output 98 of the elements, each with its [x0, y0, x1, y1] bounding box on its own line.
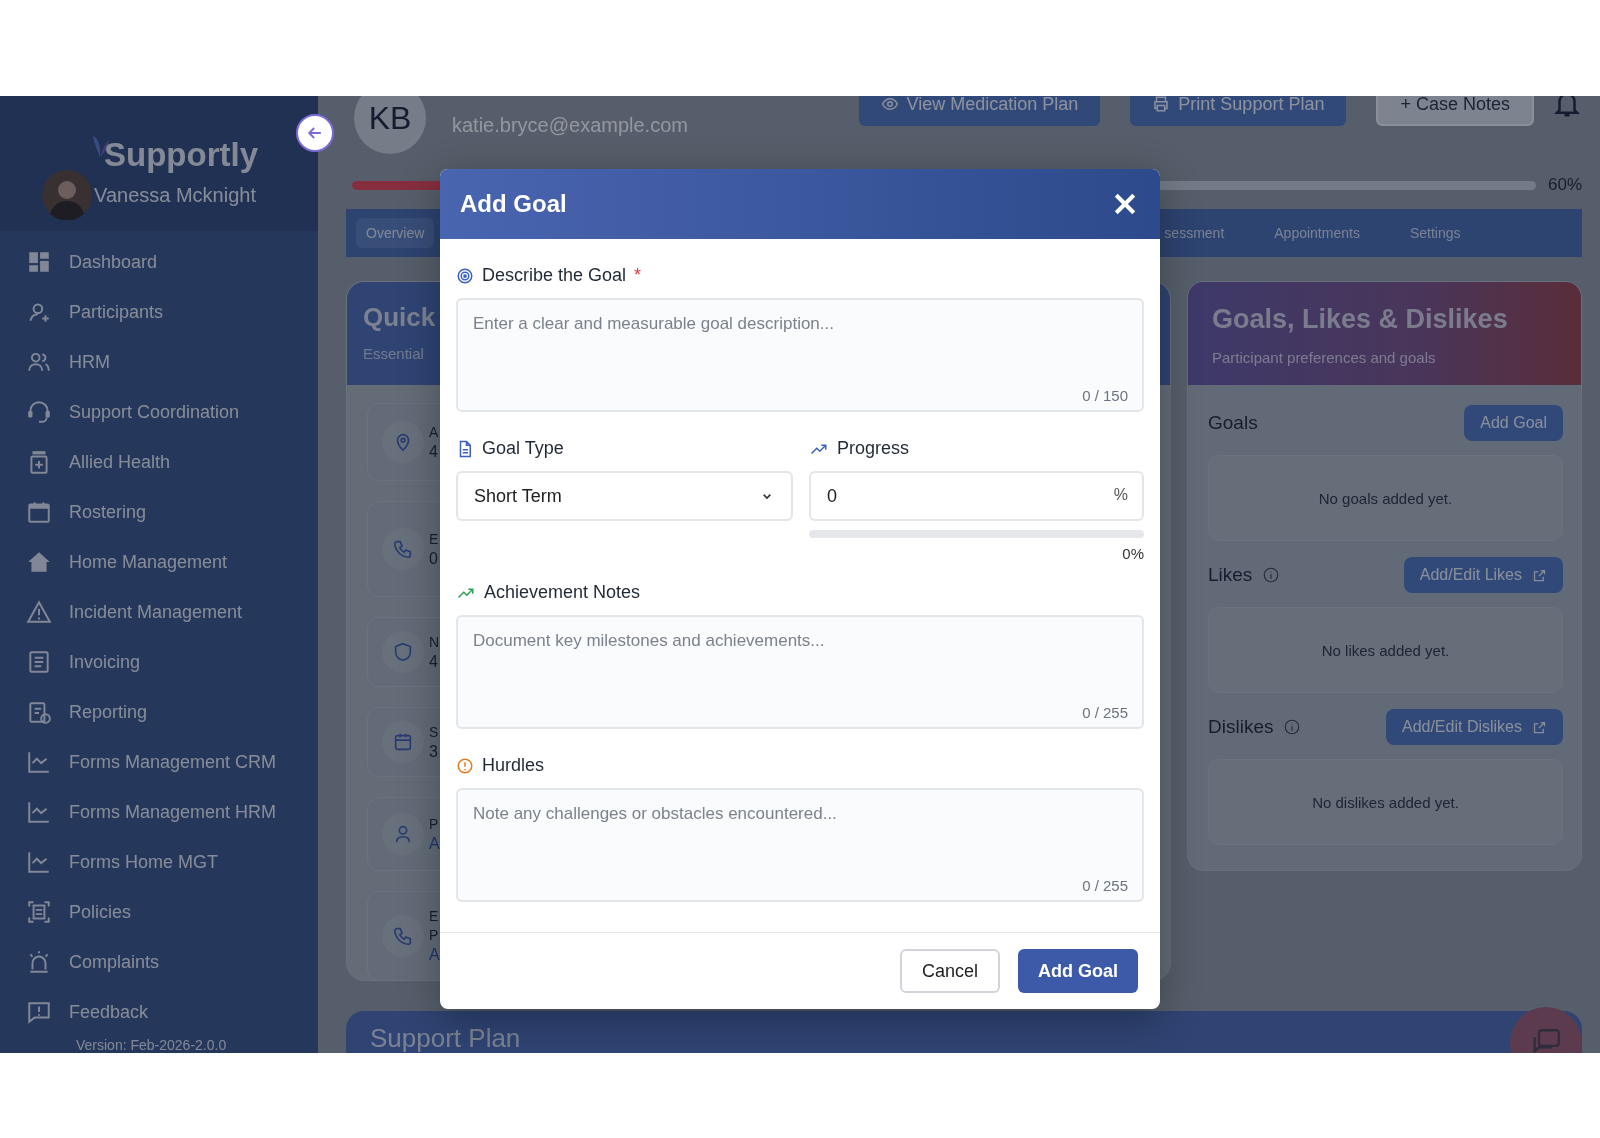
add-goal-button[interactable]: Add Goal	[1018, 949, 1138, 993]
tab[interactable]: Appointments	[1264, 218, 1370, 248]
tab[interactable]: Settings	[1399, 218, 1471, 248]
required-mark: *	[634, 265, 642, 286]
sidebar-item[interactable]: Allied Health	[26, 437, 318, 487]
card-title: Quick	[363, 302, 436, 333]
tile-label: S	[429, 723, 439, 740]
external-link-icon	[1532, 719, 1547, 735]
sidebar-item[interactable]: Home Management	[26, 537, 318, 587]
tile-value: 3	[429, 742, 439, 761]
sidebar-item[interactable]: Support Coordination	[26, 387, 318, 437]
field-label: Progress	[837, 438, 910, 459]
phone-icon	[382, 528, 424, 570]
goal-type-select[interactable]: Short Term	[456, 471, 793, 521]
clipboard-clock-icon	[26, 699, 52, 725]
user-avatar	[42, 170, 93, 220]
target-icon	[456, 266, 474, 285]
sidebar-item[interactable]: Forms Management HRM	[26, 787, 318, 837]
shield-icon	[382, 631, 424, 673]
eye-icon	[880, 96, 899, 113]
tile-label: E	[429, 530, 439, 547]
dialog-title: Add Goal	[460, 190, 567, 218]
tile-value: 0	[429, 549, 439, 568]
tile-value: 4	[429, 442, 439, 461]
header-button[interactable]: + Case Notes	[1376, 96, 1534, 126]
phone-icon	[382, 915, 424, 957]
tile-label: P	[429, 927, 440, 943]
location-pin-icon	[382, 421, 424, 463]
external-link-icon	[1532, 567, 1547, 583]
tile-link[interactable]: A	[429, 946, 440, 964]
sidebar-item[interactable]: Rostering	[26, 487, 318, 537]
empty-state: No likes added yet.	[1208, 607, 1563, 693]
character-counter: 0 / 255	[1082, 704, 1128, 721]
chart-icon	[26, 799, 52, 825]
printer-icon	[1152, 96, 1171, 113]
sidebar-item[interactable]: Dashboard	[26, 237, 318, 287]
calendar-icon	[382, 721, 424, 763]
document-scan-icon	[26, 899, 52, 925]
sidebar-item[interactable]: Incident Management	[26, 587, 318, 637]
section-button[interactable]: Add/Edit Likes	[1403, 557, 1563, 593]
character-counter: 0 / 255	[1082, 877, 1128, 894]
header-button[interactable]: Print Support Plan	[1130, 96, 1347, 126]
sidebar-item[interactable]: Reporting	[26, 687, 318, 737]
card-title: Support Plan	[370, 1023, 521, 1053]
character-counter: 0 / 150	[1082, 387, 1128, 404]
warning-icon	[26, 599, 52, 625]
sidebar-item[interactable]: Participants	[26, 287, 318, 337]
person-icon	[382, 813, 424, 855]
bell-icon[interactable]	[1552, 96, 1582, 119]
field-label: Describe the Goal	[482, 265, 627, 286]
grid-icon	[26, 249, 52, 275]
percent-suffix: %	[1113, 486, 1128, 504]
sidebar-item[interactable]: Feedback	[26, 987, 318, 1037]
calendar-icon	[26, 499, 52, 525]
panel-title: Goals, Likes & Dislikes	[1212, 304, 1509, 335]
cancel-button[interactable]: Cancel	[899, 949, 1000, 993]
field-label: Goal Type	[482, 438, 564, 459]
field-label: Hurdles	[482, 755, 545, 776]
message-alert-icon	[26, 999, 52, 1025]
empty-state: No goals added yet.	[1208, 455, 1563, 541]
sidebar-item[interactable]: HRM	[26, 337, 318, 387]
tile-link[interactable]: A	[429, 834, 440, 853]
sidebar-item[interactable]: Forms Home MGT	[26, 837, 318, 887]
sidebar-item[interactable]: Policies	[26, 887, 318, 937]
chart-icon	[26, 849, 52, 875]
info-icon[interactable]	[1262, 566, 1281, 584]
participant-avatar: KB	[354, 96, 426, 154]
field-label: Achievement Notes	[484, 582, 641, 603]
sidebar-item[interactable]: Invoicing	[26, 637, 318, 687]
alert-icon	[456, 756, 474, 775]
tile-label: P	[429, 815, 440, 832]
headset-icon	[26, 399, 52, 425]
panel-subtitle: Participant preferences and goals	[1212, 349, 1437, 366]
header-button[interactable]: View Medication Plan	[858, 96, 1101, 126]
section-button[interactable]: Add Goal	[1464, 405, 1563, 441]
empty-state: No dislikes added yet.	[1208, 759, 1563, 845]
tab[interactable]: Overview	[356, 218, 435, 248]
completion-reading: 60%	[1547, 175, 1582, 195]
chart-icon	[26, 749, 52, 775]
tile-label: A	[429, 423, 439, 440]
section-title: Goals	[1208, 412, 1258, 434]
sidebar-item[interactable]: Forms Management CRM	[26, 737, 318, 787]
info-icon[interactable]	[1283, 718, 1302, 736]
card-subtitle: Essential	[363, 345, 424, 362]
tile-value: 4	[429, 652, 439, 671]
collapse-button[interactable]	[296, 114, 334, 152]
section-button[interactable]: Add/Edit Dislikes	[1385, 709, 1563, 745]
brand-name: Supportly	[104, 136, 258, 174]
section-title: Likes	[1208, 564, 1253, 586]
tile-label: E	[429, 908, 440, 924]
section-title: Dislikes	[1208, 716, 1274, 738]
tile-label: N	[429, 633, 440, 650]
user-name[interactable]: Vanessa Mcknight	[94, 183, 256, 207]
sidebar-item[interactable]: Complaints	[26, 937, 318, 987]
document-icon	[26, 649, 52, 675]
participant-email: katie.bryce@example.com	[452, 114, 688, 137]
progress-reading: 0%	[1121, 545, 1144, 562]
version-text: Version: Feb-2026-2.0.0	[76, 1037, 228, 1053]
